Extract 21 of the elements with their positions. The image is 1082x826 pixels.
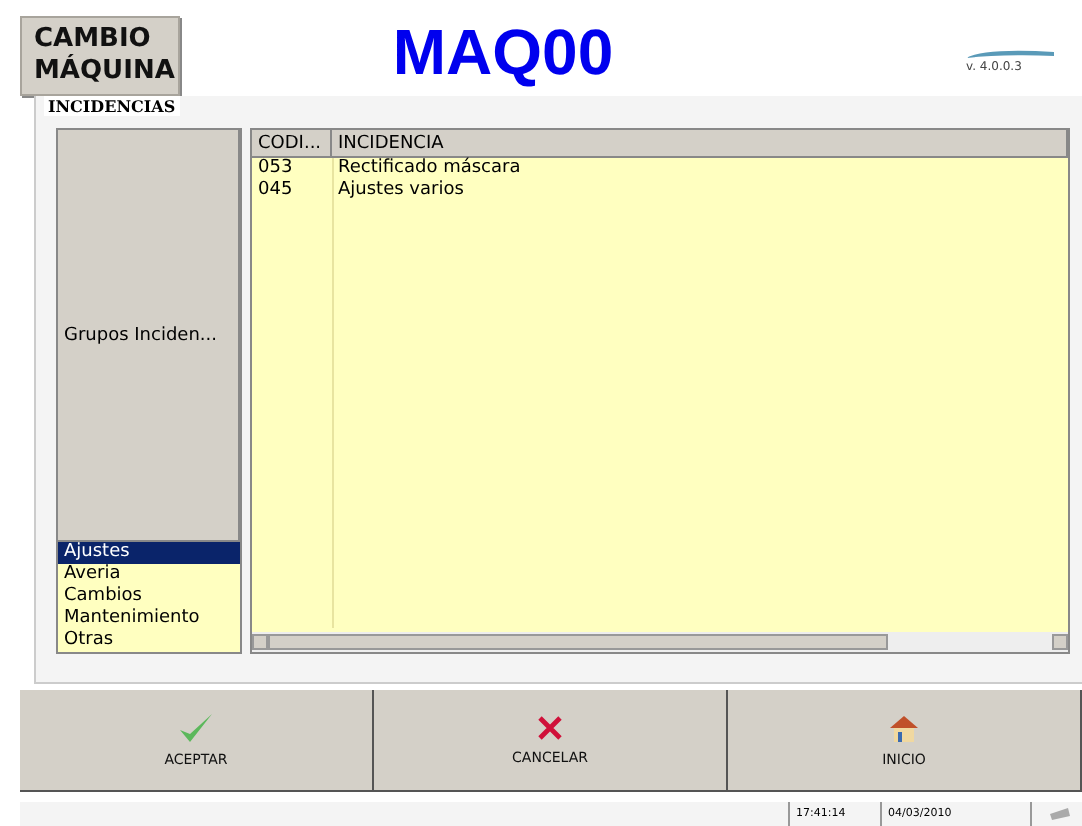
group-item[interactable]: Ajustes	[58, 542, 240, 564]
house-icon	[888, 713, 920, 743]
column-header[interactable]: CODI...	[252, 130, 332, 158]
table-cell-text: Ajustes varios	[336, 180, 466, 202]
machine-title: MAQ00	[390, 14, 616, 90]
table-cell-text: 045	[256, 180, 295, 202]
checkmark-icon	[178, 712, 214, 744]
table-cell-text: Rectificado máscara	[336, 158, 523, 180]
table-cell-text: 053	[256, 158, 295, 180]
column-header[interactable]: Grupos Inciden...	[58, 130, 240, 542]
group-item[interactable]: Mantenimiento	[58, 608, 240, 630]
group-item[interactable]: Averia	[58, 564, 240, 586]
group-item[interactable]: Cambios	[58, 586, 240, 608]
horizontal-scrollbar[interactable]	[252, 632, 1068, 652]
column-header[interactable]: INCIDENCIA	[332, 130, 1068, 158]
machine-change-button[interactable]: CAMBIO MÁQUINA	[20, 16, 180, 96]
logo-icon	[966, 48, 1054, 60]
panel-title: INCIDENCIAS	[44, 96, 180, 116]
printer-icon	[1048, 806, 1072, 822]
group-item[interactable]: Otras	[58, 630, 240, 652]
close-icon	[536, 714, 564, 742]
